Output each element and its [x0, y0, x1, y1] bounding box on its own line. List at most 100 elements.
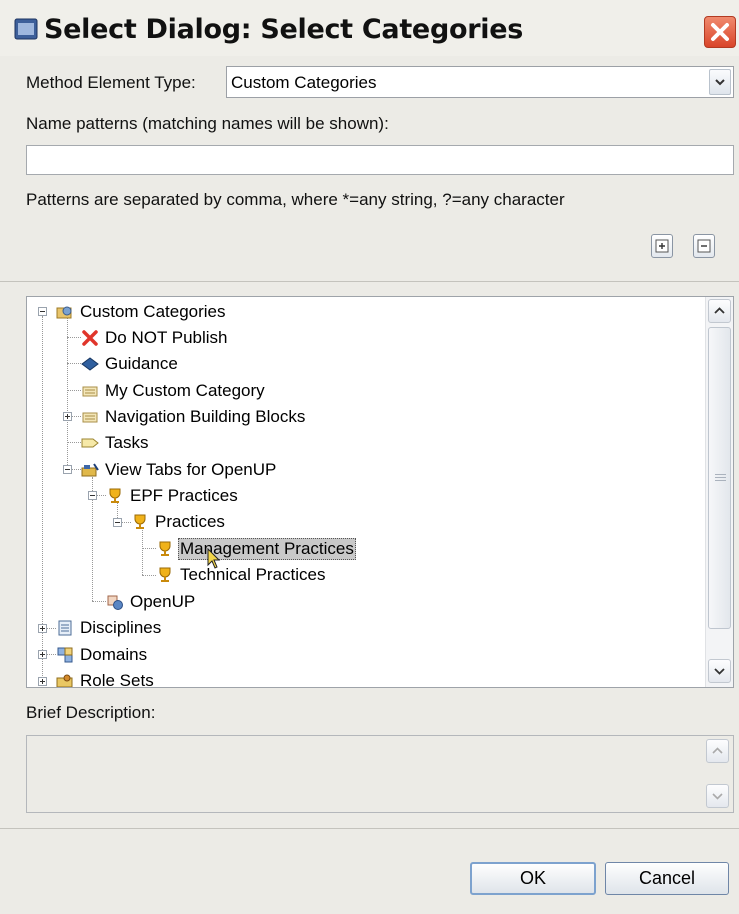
collapse-toggle[interactable] [113, 518, 122, 527]
window-icon [14, 18, 38, 40]
expand-all-button[interactable] [651, 234, 673, 258]
tree-connector [67, 442, 81, 443]
view-tabs-icon [81, 463, 99, 477]
brief-description-field[interactable] [26, 735, 734, 813]
trophy-icon [134, 514, 146, 529]
chevron-down-icon [714, 668, 725, 675]
expand-toggle[interactable] [38, 624, 47, 633]
thumb-grip [715, 480, 726, 481]
tree-node-domains[interactable]: Domains [56, 642, 149, 668]
tree-connector [92, 601, 106, 602]
tree-node-openup[interactable]: OpenUP [106, 589, 197, 615]
tree-node-label: Guidance [105, 354, 178, 373]
thumb-grip [715, 477, 726, 478]
red-x-icon [82, 330, 98, 346]
tasks-tag-icon [81, 438, 99, 448]
chevron-down-icon [715, 79, 725, 86]
thumb-grip [715, 474, 726, 475]
patterns-hint: Patterns are separated by comma, where *… [26, 190, 565, 209]
tree-node-label: Practices [155, 512, 225, 531]
tree-connector [67, 316, 68, 473]
tree-node-my-custom-category[interactable]: My Custom Category [81, 378, 267, 404]
collapse-toggle[interactable] [88, 491, 97, 500]
tree-connector [142, 548, 156, 549]
expand-toggle[interactable] [38, 677, 47, 686]
tree-node-custom-categories[interactable]: Custom Categories [56, 299, 228, 325]
tree-connector [67, 390, 81, 391]
description-scroll-down[interactable] [706, 784, 729, 808]
tree-node-do-not-publish[interactable]: Do NOT Publish [81, 325, 230, 351]
tree-scrollbar[interactable] [705, 297, 733, 687]
select-dialog: Select Dialog: Select Categories Method … [0, 0, 739, 914]
tree-connector [142, 530, 143, 575]
chevron-up-icon [714, 307, 725, 314]
close-button[interactable] [704, 16, 736, 48]
role-sets-icon [56, 674, 73, 687]
tree-node-label: Navigation Building Blocks [105, 407, 306, 426]
collapse-all-icon [697, 239, 711, 253]
separator [0, 828, 739, 829]
tree-connector [142, 575, 156, 576]
brief-description-label: Brief Description: [26, 703, 156, 722]
close-icon [711, 23, 729, 41]
ok-button[interactable]: OK [470, 862, 596, 895]
category-tree[interactable]: Custom Categories Do NOT Publish Guidanc… [26, 296, 734, 688]
guidance-book-icon [81, 357, 99, 371]
disciplines-icon [58, 620, 72, 636]
tree-node-technical-practices[interactable]: Technical Practices [156, 562, 328, 588]
name-patterns-input[interactable] [26, 145, 734, 175]
cancel-button[interactable]: Cancel [605, 862, 729, 895]
expand-toggle[interactable] [63, 412, 72, 421]
tree-node-view-tabs-for-openup[interactable]: View Tabs for OpenUP [81, 457, 278, 483]
tree-node-label: Do NOT Publish [105, 328, 228, 347]
tree-node-label: EPF Practices [130, 486, 238, 505]
scroll-up-button[interactable] [708, 299, 731, 323]
tree-node-role-sets[interactable]: Role Sets [56, 668, 156, 688]
tree-node-guidance[interactable]: Guidance [81, 351, 180, 377]
tree-node-label: Disciplines [80, 618, 162, 637]
tree-node-practices[interactable]: Practices [131, 509, 227, 535]
separator [0, 281, 739, 282]
title-bar[interactable]: Select Dialog: Select Categories [0, 0, 739, 56]
tree-node-label: Management Practices [178, 538, 356, 560]
trophy-icon [159, 567, 171, 582]
tree-node-label: My Custom Category [105, 381, 265, 400]
tree-node-label: Tasks [105, 433, 149, 452]
domains-icon [57, 647, 73, 663]
tree-node-label: Role Sets [80, 671, 154, 688]
method-element-type-label: Method Element Type: [26, 73, 196, 92]
chevron-down-icon [712, 793, 723, 800]
folder-icon [82, 412, 98, 423]
collapse-all-button[interactable] [693, 234, 715, 258]
folder-icon [82, 386, 98, 397]
process-icon [107, 595, 123, 610]
tree-node-management-practices[interactable]: Management Practices [156, 536, 356, 562]
tree-node-disciplines[interactable]: Disciplines [56, 615, 163, 641]
description-scroll-up[interactable] [706, 739, 729, 763]
method-element-type-value: Custom Categories [231, 73, 377, 92]
tree-node-label: Technical Practices [180, 565, 326, 584]
chevron-up-icon [712, 747, 723, 754]
dropdown-button[interactable] [709, 69, 731, 95]
tree-connector [67, 337, 81, 338]
tree-node-navigation-building-blocks[interactable]: Navigation Building Blocks [81, 404, 307, 430]
expand-all-icon [655, 239, 669, 253]
tree-node-label: View Tabs for OpenUP [105, 460, 277, 479]
scroll-thumb[interactable] [708, 327, 731, 629]
custom-categories-icon [56, 306, 72, 319]
tree-node-label: Custom Categories [80, 302, 226, 321]
tree-node-epf-practices[interactable]: EPF Practices [106, 483, 240, 509]
scroll-down-button[interactable] [708, 659, 731, 683]
trophy-icon [109, 488, 121, 503]
mouse-cursor-icon [207, 548, 221, 569]
tree-node-label: Domains [80, 645, 148, 664]
trophy-icon [159, 541, 171, 556]
method-element-type-select[interactable]: Custom Categories [226, 66, 734, 98]
dialog-title: Select Dialog: Select Categories [44, 14, 523, 45]
collapse-toggle[interactable] [63, 465, 72, 474]
name-patterns-label: Name patterns (matching names will be sh… [26, 114, 389, 133]
tree-node-tasks[interactable]: Tasks [81, 430, 150, 456]
tree-connector [67, 363, 81, 364]
collapse-toggle[interactable] [38, 307, 47, 316]
expand-toggle[interactable] [38, 650, 47, 659]
